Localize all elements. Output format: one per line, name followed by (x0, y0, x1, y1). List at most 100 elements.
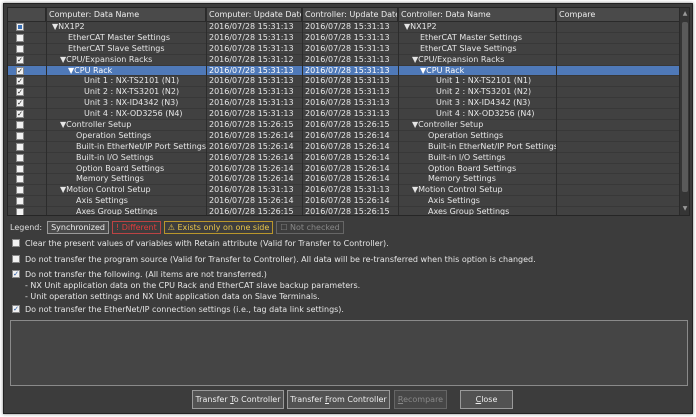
controller-date-cell: 2016/07/28 15:31:13 (305, 185, 390, 195)
option-clear-retain[interactable]: Clear the present values of variables wi… (12, 238, 389, 249)
computer-date-cell: 2016/07/28 15:31:13 (209, 43, 294, 53)
controller-date-cell: 2016/07/28 15:26:14 (305, 130, 390, 140)
row-checkbox[interactable]: ✓ (16, 99, 24, 108)
do-not-transfer-checkbox[interactable]: ✓ (12, 270, 20, 278)
computer-date-cell: 2016/07/28 15:31:13 (209, 22, 294, 31)
column-divider (46, 8, 47, 215)
controller-name-cell: Axes Group Settings (428, 207, 510, 216)
row-checkbox[interactable] (16, 131, 24, 140)
row-checkbox[interactable] (16, 186, 24, 195)
do-not-transfer-text-block: Do not transfer the following. (All item… (25, 269, 360, 302)
controller-date-cell: 2016/07/28 15:26:14 (305, 141, 390, 151)
table-row[interactable]: Axis Settings 2016/07/28 15:26:14 2016/07/… (8, 196, 680, 208)
row-checkbox[interactable] (16, 44, 24, 53)
close-button[interactable]: Close (460, 390, 513, 409)
row-checkbox[interactable]: ✓ (16, 66, 24, 75)
computer-name-cell: ▼Motion Control Setup (60, 185, 151, 195)
header-computer-name[interactable]: Computer: Data Name (46, 8, 206, 22)
header-compare[interactable]: Compare (556, 8, 680, 22)
row-checkbox[interactable] (16, 33, 24, 42)
controller-date-cell: 2016/07/28 15:31:13 (305, 87, 390, 97)
table-row[interactable]: ✓ Unit 3 : NX-ID4342 (N3) 2016/07/28 15:31… (8, 98, 680, 110)
output-message-area[interactable] (10, 320, 688, 386)
controller-name-cell: Unit 2 : NX-TS3201 (N2) (436, 87, 532, 97)
column-divider (206, 8, 207, 215)
table-row[interactable]: Built-in I/O Settings 2016/07/28 15:26:14… (8, 153, 680, 164)
controller-name-cell: EtherCAT Slave Settings (420, 43, 517, 53)
computer-name-cell: Unit 1 : NX-TS2101 (N1) (84, 76, 180, 86)
row-checkbox[interactable]: ✓ (16, 77, 24, 86)
transfer-to-text-a: Transfer (195, 395, 231, 404)
controller-date-cell: 2016/07/28 15:26:14 (305, 163, 390, 173)
table-row[interactable]: ✓ Unit 2 : NX-TS3201 (N2) 2016/07/28 15:31… (8, 87, 680, 99)
table-row[interactable]: ✓ ▼CPU Rack 2016/07/28 15:31:13 2016/07/28 … (8, 65, 680, 77)
scroll-down-icon[interactable]: ▼ (681, 205, 689, 213)
computer-date-cell: 2016/07/28 15:31:12 (209, 54, 294, 64)
controller-date-cell: 2016/07/28 15:26:15 (305, 207, 390, 216)
row-checkbox[interactable] (16, 23, 24, 31)
scroll-up-icon[interactable]: ▲ (681, 10, 689, 18)
computer-date-cell: 2016/07/28 15:31:13 (209, 87, 294, 97)
transfer-to-controller-button[interactable]: Transfer To Controller (192, 390, 284, 409)
row-checkbox[interactable]: ✓ (16, 88, 24, 97)
computer-date-cell: 2016/07/28 15:31:13 (209, 32, 294, 42)
recompare-text: ecompare (403, 395, 444, 404)
program-source-label: Do not transfer the program source (Vali… (25, 255, 536, 264)
row-checkbox[interactable]: ✓ (16, 55, 24, 64)
comparison-table: Computer: Data Name Computer: Update Dat… (7, 7, 690, 216)
row-checkbox[interactable] (16, 121, 24, 130)
controller-name-cell: Option Board Settings (428, 163, 517, 173)
legend: Legend: Synchronized ! Different ⚠ Exist… (10, 220, 344, 234)
computer-date-cell: 2016/07/28 15:31:13 (209, 65, 294, 75)
header-controller-date[interactable]: Controller: Update Date (302, 8, 398, 22)
vertical-scrollbar[interactable]: ▲ ▼ (679, 8, 689, 215)
table-row[interactable]: ✓ Unit 1 : NX-TS2101 (N1) 2016/07/28 15:31… (8, 76, 680, 88)
synchronization-window: Computer: Data Name Computer: Update Dat… (3, 3, 693, 414)
controller-name-cell: ▼Motion Control Setup (412, 185, 503, 195)
ethernet-ip-checkbox[interactable]: ✓ (12, 305, 20, 313)
table-row[interactable]: ▼Motion Control Setup 2016/07/28 15:31:13… (8, 185, 680, 197)
recompare-button[interactable]: Recompare (394, 390, 447, 409)
legend-exists-text: Exists only on one side (177, 222, 270, 232)
not-checked-icon: ☐ (280, 222, 291, 232)
transfer-from-controller-button[interactable]: Transfer From Controller (287, 390, 390, 409)
table-row[interactable]: ▼Controller Setup 2016/07/28 15:26:15 2016… (8, 120, 680, 131)
option-ethernet-ip[interactable]: ✓ Do not transfer the EtherNet/IP connec… (12, 304, 344, 315)
close-text: lose (481, 395, 498, 404)
table-row[interactable]: Memory Settings 2016/07/28 15:26:14 2016/0… (8, 174, 680, 186)
row-checkbox[interactable] (16, 175, 24, 184)
ethernet-ip-label: Do not transfer the EtherNet/IP connecti… (25, 305, 344, 314)
transfer-from-text-b: rom Controller (329, 395, 387, 404)
row-checkbox[interactable] (16, 208, 24, 215)
clear-retain-checkbox[interactable] (12, 239, 20, 247)
table-row[interactable]: Option Board Settings 2016/07/28 15:26:14… (8, 164, 680, 175)
legend-not-checked: ☐ Not checked (276, 220, 344, 234)
controller-date-cell: 2016/07/28 15:31:13 (305, 43, 390, 53)
computer-name-cell: ▼CPU/Expansion Racks (60, 54, 153, 64)
table-row[interactable]: ▼NX1P2 2016/07/28 15:31:13 2016/07/28 15:3… (8, 22, 680, 33)
row-checkbox[interactable] (16, 153, 24, 162)
row-checkbox[interactable]: ✓ (16, 110, 24, 119)
controller-name-cell: Built-in I/O Settings (428, 152, 506, 162)
column-divider (398, 8, 399, 215)
table-row[interactable]: Built-in EtherNet/IP Port Settings 2016/0… (8, 142, 680, 153)
row-checkbox[interactable] (16, 164, 24, 173)
table-row[interactable]: EtherCAT Slave Settings 2016/07/28 15:31:… (8, 44, 680, 55)
program-source-checkbox[interactable] (12, 255, 20, 263)
table-row[interactable]: ✓ Unit 4 : NX-OD3256 (N4) 2016/07/28 15:31… (8, 109, 680, 121)
table-row[interactable]: Operation Settings 2016/07/28 15:26:14 201… (8, 131, 680, 142)
header-controller-name[interactable]: Controller: Data Name (398, 8, 556, 22)
computer-date-cell: 2016/07/28 15:31:13 (209, 109, 294, 119)
header-computer-date[interactable]: Computer: Update Date (206, 8, 302, 22)
option-do-not-transfer[interactable]: ✓ Do not transfer the following. (All it… (12, 269, 360, 302)
row-checkbox[interactable] (16, 197, 24, 206)
table-row[interactable]: EtherCAT Master Settings 2016/07/28 15:31… (8, 33, 680, 44)
row-checkbox[interactable] (16, 142, 24, 151)
scroll-thumb[interactable] (682, 22, 688, 192)
table-row[interactable]: Axes Group Settings 2016/07/28 15:26:15 20… (8, 207, 680, 216)
table-row[interactable]: ✓ ▼CPU/Expansion Racks 2016/07/28 15:31:12… (8, 55, 680, 66)
computer-name-cell: Memory Settings (76, 174, 144, 184)
column-divider (302, 8, 303, 215)
option-program-source[interactable]: Do not transfer the program source (Vali… (12, 254, 536, 265)
controller-date-cell: 2016/07/28 15:26:15 (305, 120, 390, 130)
